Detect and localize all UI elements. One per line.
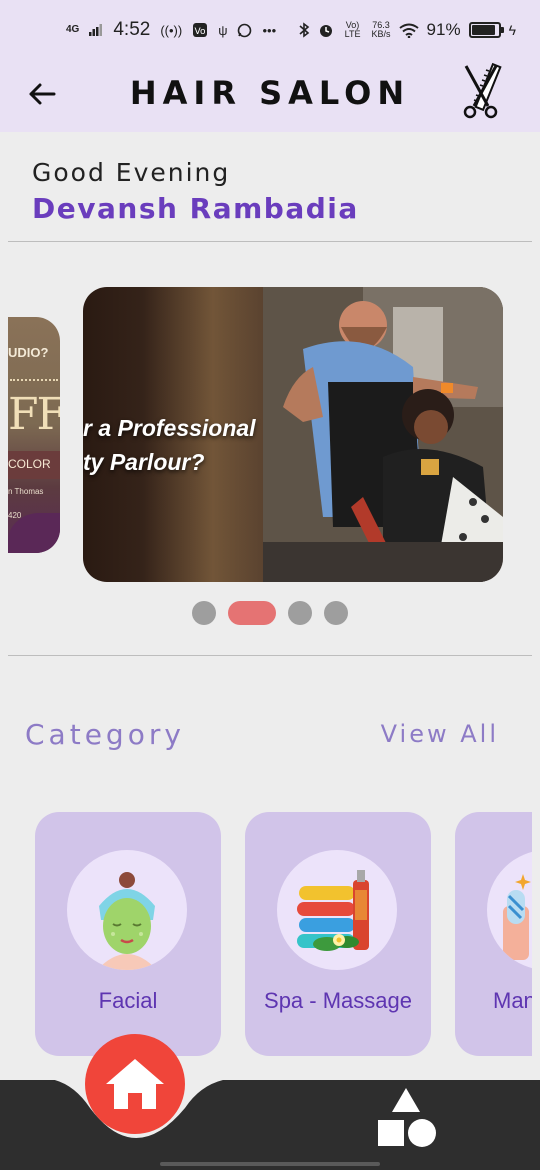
clock: 4:52 — [113, 19, 151, 40]
battery-level — [471, 25, 496, 35]
view-all-link[interactable]: View All — [381, 720, 499, 748]
carousel-dot[interactable] — [324, 601, 348, 625]
usb-icon: ψ — [218, 22, 228, 38]
banner-prev-caption: n Thomas — [8, 487, 44, 496]
banner-headline-1: r a Professional — [83, 415, 256, 441]
more-notifications-icon: ••• — [262, 22, 277, 38]
gesture-bar — [160, 1162, 380, 1166]
hotspot-icon: ((•)) — [160, 22, 183, 38]
app-bar: HAIR SALON — [0, 60, 540, 132]
volte-indicator: Vo) LTE — [344, 20, 361, 39]
category-heading: Category — [25, 718, 185, 751]
bluetooth-icon — [299, 22, 309, 38]
category-card-manicure[interactable]: Manicure — [455, 812, 532, 1056]
category-label: Manicure — [493, 988, 532, 1013]
banner-headline-2: ty Parlour? — [83, 449, 205, 475]
status-bar: 4G 4:52 ((•)) Vo ψ ••• Vo) LTE 76.3 KB/s … — [0, 0, 540, 60]
category-label: Spa - Massage — [264, 988, 412, 1013]
bottom-navigation — [0, 1080, 540, 1170]
carousel-dot[interactable] — [192, 601, 216, 625]
svg-text:Vo: Vo — [195, 27, 206, 37]
divider — [8, 241, 532, 242]
banner-prev-dotline — [10, 379, 58, 381]
banner-prev-label: COLOR — [8, 457, 51, 471]
category-icon-bg — [67, 850, 187, 970]
home-icon — [106, 1059, 164, 1109]
spa-towels-icon — [297, 870, 369, 951]
app-notification-icon: Vo — [193, 23, 208, 37]
category-card-facial[interactable]: Facial — [35, 812, 221, 1056]
whatsapp-icon — [238, 23, 252, 37]
nail-polish-icon — [503, 874, 531, 960]
category-card-spa-massage[interactable]: Spa - Massage — [245, 812, 431, 1056]
battery-percent: 91% — [426, 20, 461, 39]
salon-photo — [263, 287, 503, 582]
categories-nav-button[interactable] — [374, 1086, 438, 1150]
shapes-icon — [378, 1088, 436, 1147]
scissors-comb-icon — [463, 62, 502, 119]
divider — [8, 655, 532, 656]
battery-icon — [468, 22, 504, 38]
banner-current[interactable]: r a Professional ty Parlour? — [83, 287, 503, 582]
carousel-indicator — [192, 601, 348, 625]
home-nav-button[interactable] — [85, 1034, 185, 1134]
banner-previous[interactable]: UDIO? FF COLOR n Thomas 420 — [8, 317, 60, 553]
carousel-dot-active[interactable] — [228, 601, 276, 625]
net-speed: 76.3 KB/s — [371, 20, 391, 39]
banner-prev-text: UDIO? — [8, 345, 49, 360]
user-name: Devansh Rambadia — [32, 192, 359, 225]
greeting-text: Good Evening — [32, 158, 231, 187]
alarm-icon — [319, 25, 332, 37]
network-type: 4G — [66, 24, 80, 35]
signal-icon — [89, 24, 103, 36]
category-icon-bg — [487, 850, 532, 970]
carousel-dot[interactable] — [288, 601, 312, 625]
facial-mask-icon — [97, 872, 157, 970]
category-label: Facial — [98, 988, 158, 1013]
category-icon-bg — [277, 850, 397, 970]
banner-prev-title: FF — [8, 389, 60, 440]
wifi-icon — [398, 23, 419, 38]
charging-icon: ϟ — [508, 22, 516, 38]
